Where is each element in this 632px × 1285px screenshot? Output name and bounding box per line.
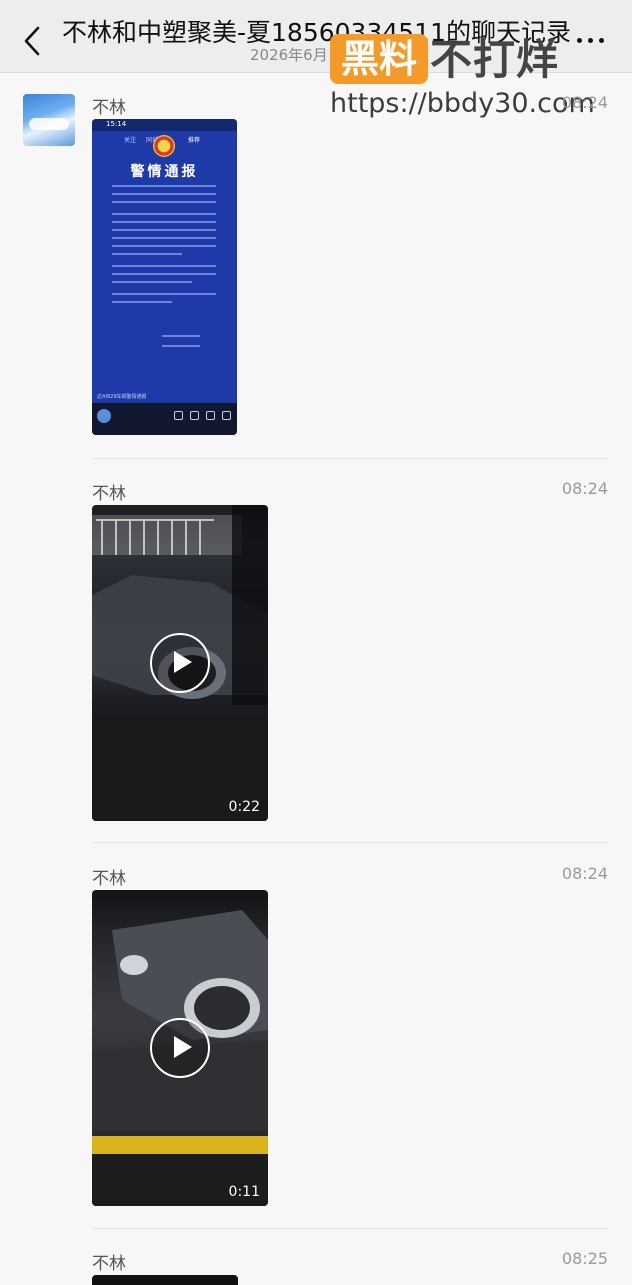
comment-icon bbox=[222, 411, 231, 420]
notice-text-line bbox=[112, 185, 216, 187]
watermark-url: https://bbdy30.com bbox=[330, 88, 595, 119]
image-tab: 关注 bbox=[124, 137, 137, 144]
notice-text-line bbox=[112, 193, 216, 195]
notice-text-line bbox=[112, 221, 216, 223]
like-icon bbox=[174, 411, 183, 420]
back-button[interactable] bbox=[18, 24, 46, 58]
notice-date-line bbox=[162, 345, 200, 347]
video-thumbnail[interactable] bbox=[92, 1275, 238, 1285]
video-thumbnail[interactable]: 0:22 bbox=[92, 505, 268, 821]
sender-avatar[interactable] bbox=[23, 94, 75, 146]
notice-text-line bbox=[112, 245, 216, 247]
notice-text-line bbox=[112, 265, 216, 267]
police-notice-image[interactable]: 15:14 关注 同城 推荐 警情通报 达州829车祸警情通报 bbox=[92, 119, 237, 435]
image-tab: 推荐 bbox=[188, 137, 201, 144]
message-time: 08:24 bbox=[561, 479, 608, 498]
message-sender: 不林 bbox=[92, 484, 126, 504]
chat-date-subtitle: 2026年6月 bbox=[250, 46, 328, 64]
favorite-icon bbox=[206, 411, 215, 420]
notice-text-line bbox=[112, 301, 172, 303]
play-icon[interactable] bbox=[150, 633, 210, 693]
message-time: 08:24 bbox=[561, 93, 608, 112]
message-sender: 不林 bbox=[92, 1254, 126, 1274]
notice-text-line bbox=[112, 281, 192, 283]
image-footer-bar bbox=[92, 403, 237, 435]
share-icon bbox=[190, 411, 199, 420]
account-avatar-icon bbox=[97, 409, 111, 423]
image-status-time: 15:14 bbox=[106, 120, 127, 128]
video-thumbnail[interactable]: 0:11 bbox=[92, 890, 268, 1206]
message-divider bbox=[92, 458, 608, 459]
message-divider bbox=[92, 1228, 608, 1229]
cloud-icon bbox=[29, 118, 69, 130]
video-duration: 0:22 bbox=[228, 799, 260, 815]
more-dot-icon bbox=[577, 38, 582, 43]
more-options-button[interactable] bbox=[574, 28, 610, 48]
more-dot-icon bbox=[599, 38, 604, 43]
notice-signature-line bbox=[162, 335, 200, 337]
notice-caption: 达州829车祸警情通报 bbox=[97, 394, 147, 400]
message-divider bbox=[92, 842, 608, 843]
image-status-bar: 15:14 bbox=[92, 119, 237, 131]
play-icon[interactable] bbox=[150, 1018, 210, 1078]
message-sender: 不林 bbox=[92, 869, 126, 889]
notice-text-line bbox=[112, 293, 216, 295]
police-emblem-icon bbox=[153, 135, 175, 157]
chevron-left-icon bbox=[24, 26, 40, 56]
notice-text-line bbox=[112, 213, 216, 215]
notice-text-line bbox=[112, 237, 216, 239]
notice-text-line bbox=[112, 201, 216, 203]
notice-title: 警情通报 bbox=[130, 164, 199, 180]
chat-header: 不林和中塑聚美-夏18560334511的聊天记录 2026年6月 bbox=[0, 0, 632, 73]
more-dot-icon bbox=[588, 38, 593, 43]
message-time: 08:24 bbox=[561, 864, 608, 883]
notice-text-line bbox=[112, 273, 216, 275]
video-duration: 0:11 bbox=[228, 1184, 260, 1200]
message-time: 08:25 bbox=[561, 1249, 608, 1268]
message-sender: 不林 bbox=[92, 98, 126, 118]
notice-text-line bbox=[112, 229, 216, 231]
notice-text-line bbox=[112, 253, 182, 255]
